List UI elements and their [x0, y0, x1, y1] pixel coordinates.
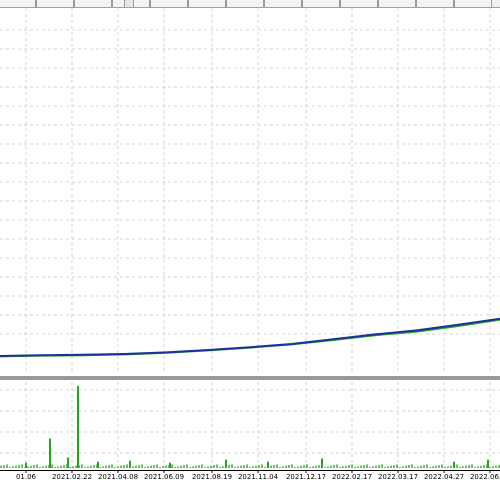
tester-chart: 01.06 2021.02.22 2021.04.08 2021.06.09 2021.…	[0, 8, 500, 481]
x-tick-label: 2021.02.22	[52, 473, 92, 481]
chart-tab[interactable]	[454, 0, 492, 7]
chart-tab[interactable]	[340, 0, 378, 7]
x-tick-label: 2021.12.17	[286, 473, 326, 481]
x-tick-label: 2021.06.09	[144, 473, 184, 481]
x-tick-label: 2022.04.27	[424, 473, 464, 481]
strategy-tester-window: 01.06 2021.02.22 2021.04.08 2021.06.09 2021.…	[0, 0, 500, 500]
chart-tab[interactable]	[226, 0, 264, 7]
x-tick-label: 2021.08.19	[192, 473, 232, 481]
chart-tab[interactable]	[36, 0, 74, 7]
chart-tab[interactable]	[378, 0, 416, 7]
x-tick-label: 01.06	[16, 473, 37, 481]
x-tick-label: 2022.06.03	[470, 473, 500, 481]
chart-tab[interactable]	[188, 0, 226, 7]
x-tick-label: 2021.11.04	[238, 473, 279, 481]
x-tick-label: 2022.03.17	[378, 473, 418, 481]
close-icon[interactable]	[124, 0, 134, 7]
x-tick-label: 2022.02.17	[332, 473, 372, 481]
chart-background	[0, 8, 500, 476]
chart-tab[interactable]	[302, 0, 340, 7]
chart-tab[interactable]	[74, 0, 112, 7]
tab-strip	[0, 0, 500, 8]
chart-tab[interactable]	[264, 0, 302, 7]
chart-tab[interactable]	[416, 0, 454, 7]
x-tick-label: 2021.04.08	[98, 473, 138, 481]
chart-tab[interactable]	[0, 0, 36, 7]
chart-tab[interactable]	[150, 0, 188, 7]
